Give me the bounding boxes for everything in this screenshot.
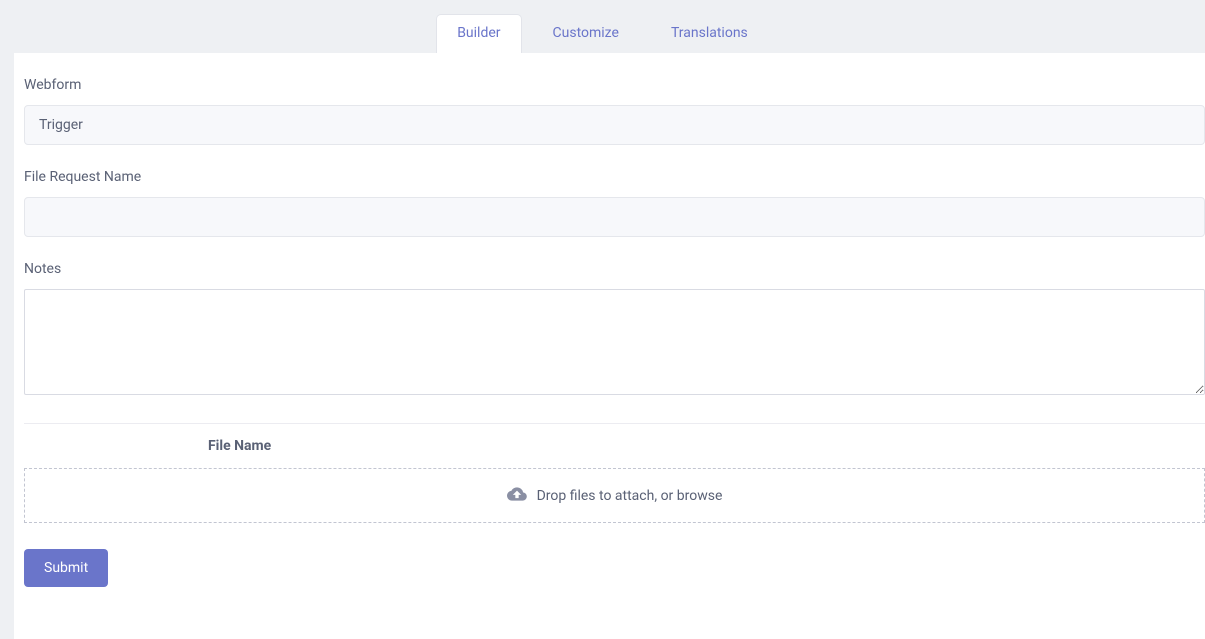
file-name-header: File Name — [24, 424, 1205, 468]
dropzone-text: Drop files to attach, or browse — [537, 488, 723, 504]
file-section: File Name Drop files to attach, or brows… — [24, 423, 1205, 523]
webform-input[interactable] — [24, 105, 1205, 145]
tab-translations[interactable]: Translations — [650, 14, 769, 53]
notes-textarea[interactable] — [24, 289, 1205, 395]
tab-builder[interactable]: Builder — [436, 14, 521, 53]
file-request-label: File Request Name — [24, 169, 1205, 185]
upload-cloud-icon — [507, 484, 527, 508]
webform-group: Webform — [24, 77, 1205, 145]
notes-label: Notes — [24, 261, 1205, 277]
webform-label: Webform — [24, 77, 1205, 93]
notes-group: Notes — [24, 261, 1205, 399]
tab-bar: Builder Customize Translations — [0, 0, 1205, 53]
tab-customize[interactable]: Customize — [532, 14, 640, 53]
file-request-group: File Request Name — [24, 169, 1205, 237]
submit-button[interactable]: Submit — [24, 549, 108, 587]
file-dropzone[interactable]: Drop files to attach, or browse — [24, 468, 1205, 523]
form-card: Webform File Request Name Notes File Nam… — [14, 53, 1205, 639]
file-request-input[interactable] — [24, 197, 1205, 237]
